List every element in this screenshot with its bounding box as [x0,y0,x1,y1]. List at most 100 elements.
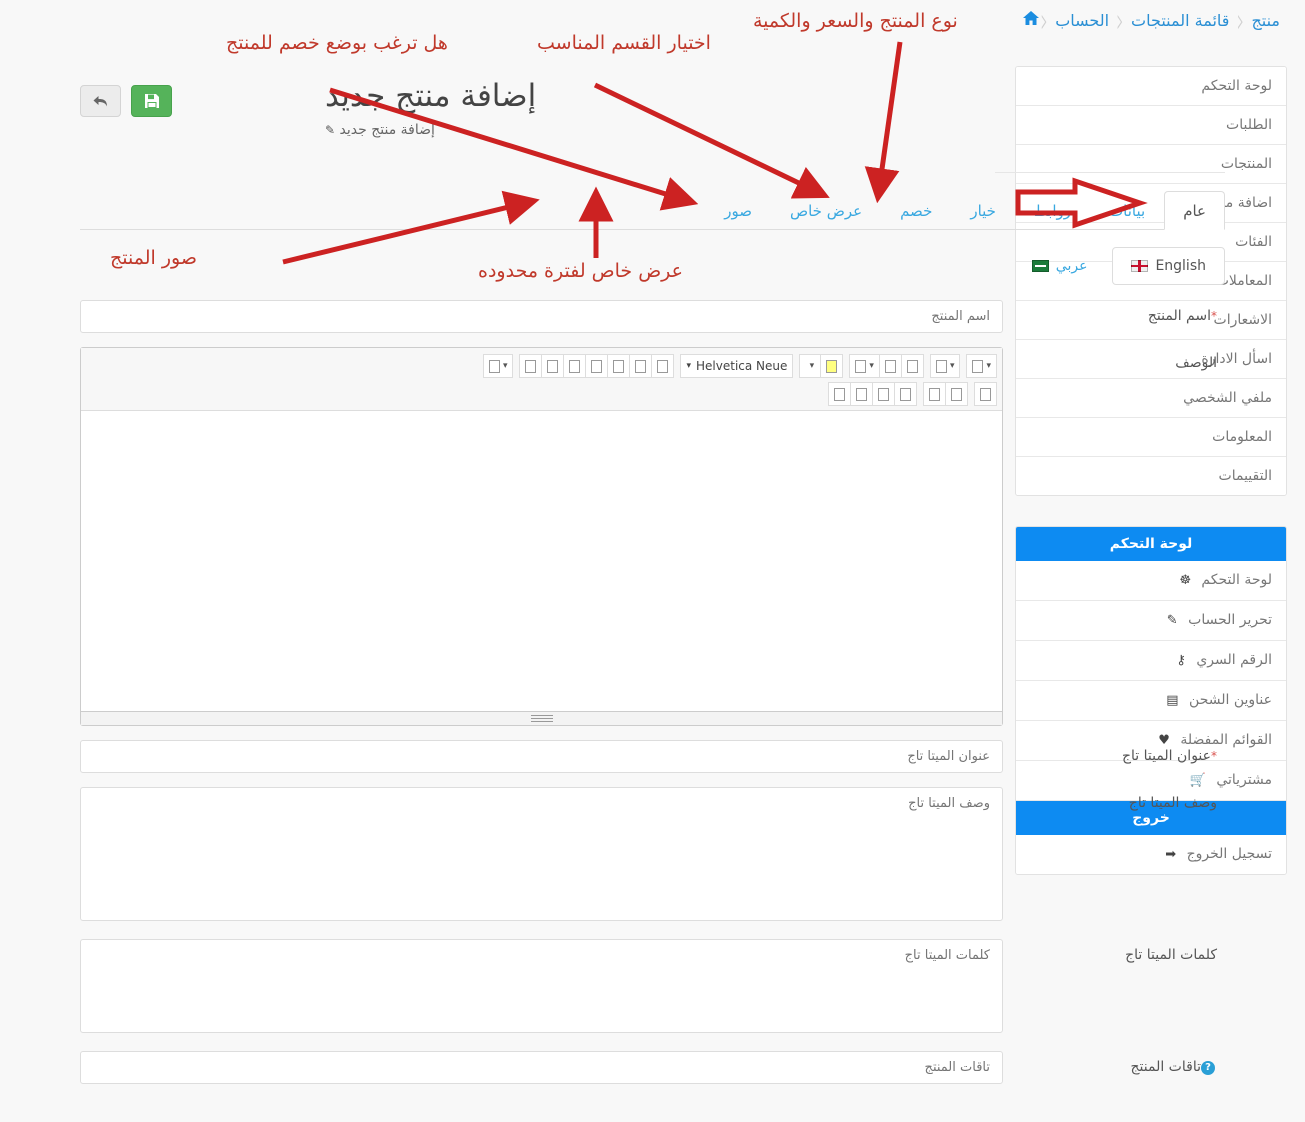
product-tabs: عام بيانات روابط خيار خصم عرض خاص صور [80,190,1225,230]
italic-icon [547,359,559,373]
tab-links[interactable]: روابط [1015,191,1090,230]
required-marker: * [1211,309,1217,323]
tab-images[interactable]: صور [705,191,771,230]
page-title: إضافة منتج جديد [325,78,537,114]
question-icon [878,387,889,401]
header-divider [995,172,1225,173]
meta-keywords-control [80,939,1003,1037]
language-label: عربي [1055,258,1088,274]
meta-title-control [80,740,1003,773]
font-family-dropdown[interactable]: Helvetica Neue [680,354,794,378]
toolbar-group-font: Helvetica Neue [680,354,794,378]
undo-button[interactable] [828,382,851,406]
insert-icon [855,359,867,373]
form-row-description: الوصف ▾ ▾ ▾ ▾ ▾ Helvetica Neue ▾ [80,347,1225,726]
floppy-save-icon [144,94,159,108]
tab-discount[interactable]: خصم [881,191,951,230]
meta-description-label: وصف الميتا تاج [1128,795,1217,811]
tab-general[interactable]: عام [1164,191,1225,230]
insert-dropdown-button[interactable] [849,354,880,378]
editor-content-area[interactable] [81,411,1002,711]
home-icon[interactable] [1022,10,1040,30]
editor-toolbar-row-2 [86,382,997,406]
form-row-product-tags: ?تاقات المنتج [80,1051,1225,1084]
italic-button[interactable] [542,354,565,378]
meta-title-input[interactable] [80,740,1003,773]
sidebar-item-dashboard[interactable]: لوحة التحكم [1016,67,1286,106]
sidebar-item-products[interactable]: المنتجات [1016,145,1286,184]
underline-button[interactable] [564,354,587,378]
superscript-button[interactable] [630,354,653,378]
page-action-buttons [80,85,172,117]
style-icon [972,359,984,373]
product-tags-input[interactable] [80,1051,1003,1084]
save-button[interactable] [131,85,172,117]
tab-option[interactable]: خيار [951,191,1015,230]
meta-title-label: عنوان الميتا تاج [1121,748,1211,764]
breadcrumb-separator: ‹ [1236,0,1245,41]
undo-icon [834,387,845,401]
toolbar-group-view [923,382,968,406]
tab-special-offer[interactable]: عرض خاص [771,191,881,230]
subscript-button[interactable] [608,354,631,378]
print-button[interactable] [895,382,917,406]
paragraph-dropdown-button[interactable] [482,354,514,378]
meta-keywords-textarea[interactable] [80,939,1003,1033]
editor-resize-handle[interactable] [81,711,1002,725]
form-row-product-name: *اسم المنتج [80,300,1225,333]
toolbar-group-text-format [519,354,675,378]
product-tags-label-cell: ?تاقات المنتج [1003,1051,1225,1075]
tab-data[interactable]: بيانات [1090,191,1164,230]
product-name-label: اسم المنتج [1147,308,1211,324]
pencil-icon: ✎ [325,123,336,137]
required-marker: * [1211,749,1217,763]
breadcrumb-item-account[interactable]: الحساب [1048,11,1116,30]
help-icon[interactable]: ? [1201,1061,1215,1075]
breadcrumb: منتج ‹ قائمة المنتجات ‹ الحساب ‹ [1020,0,1287,40]
style-dropdown-button[interactable] [966,354,997,378]
source-code-button[interactable] [974,382,997,406]
subscript-icon [613,359,625,373]
description-label-cell: الوصف [1003,347,1225,371]
table-icon [884,359,896,373]
clear-format-button[interactable] [652,354,675,378]
product-form: *اسم المنتج الوصف [80,300,1225,1098]
description-control: Helvetica Neue [80,347,1003,726]
insert-table-button[interactable] [879,354,902,378]
description-label: الوصف [1175,355,1217,371]
meta-description-textarea[interactable] [80,787,1003,921]
product-name-label-cell: *اسم المنتج [1003,300,1225,324]
paragraph-icon [488,359,500,373]
language-tab-arabic[interactable]: عربي [1013,247,1107,285]
redo-button[interactable] [851,382,873,406]
bold-button[interactable] [519,354,543,378]
product-name-input[interactable] [80,300,1003,333]
underline-icon [569,359,581,373]
printer-icon [900,387,911,401]
color-dropdown-button[interactable] [799,354,822,378]
meta-keywords-label-cell: كلمات الميتا تاج [1003,939,1225,963]
eye-icon [951,387,962,401]
form-row-meta-title: *عنوان الميتا تاج [80,740,1225,773]
uk-flag-icon [1131,260,1149,272]
back-arrow-icon [93,95,107,106]
breadcrumb-item-product[interactable]: منتج [1244,11,1287,30]
format-dropdown-button[interactable] [929,354,961,378]
superscript-icon [635,359,647,373]
rich-text-editor: Helvetica Neue [80,347,1003,726]
preview-button[interactable] [946,382,968,406]
page-root: منتج ‹ قائمة المنتجات ‹ الحساب ‹ لوحة ال… [0,0,1305,1122]
insert-link-button[interactable] [901,354,924,378]
sidebar-item-orders[interactable]: الطلبات [1016,106,1286,145]
annotation-product-images: صور المنتج [110,247,197,269]
breadcrumb-item-product-list[interactable]: قائمة المنتجات [1124,11,1236,30]
back-button[interactable] [80,85,121,117]
page-header: إضافة منتج جديد إضافة منتج جديد ✎ [325,78,1005,138]
strikethrough-button[interactable] [586,354,609,378]
toolbar-group-history [828,382,917,406]
meta-description-control [80,787,1003,925]
language-tab-english[interactable]: English [1112,247,1225,285]
highlight-color-button[interactable] [821,354,844,378]
fullscreen-button[interactable] [923,382,946,406]
help-button[interactable] [873,382,895,406]
